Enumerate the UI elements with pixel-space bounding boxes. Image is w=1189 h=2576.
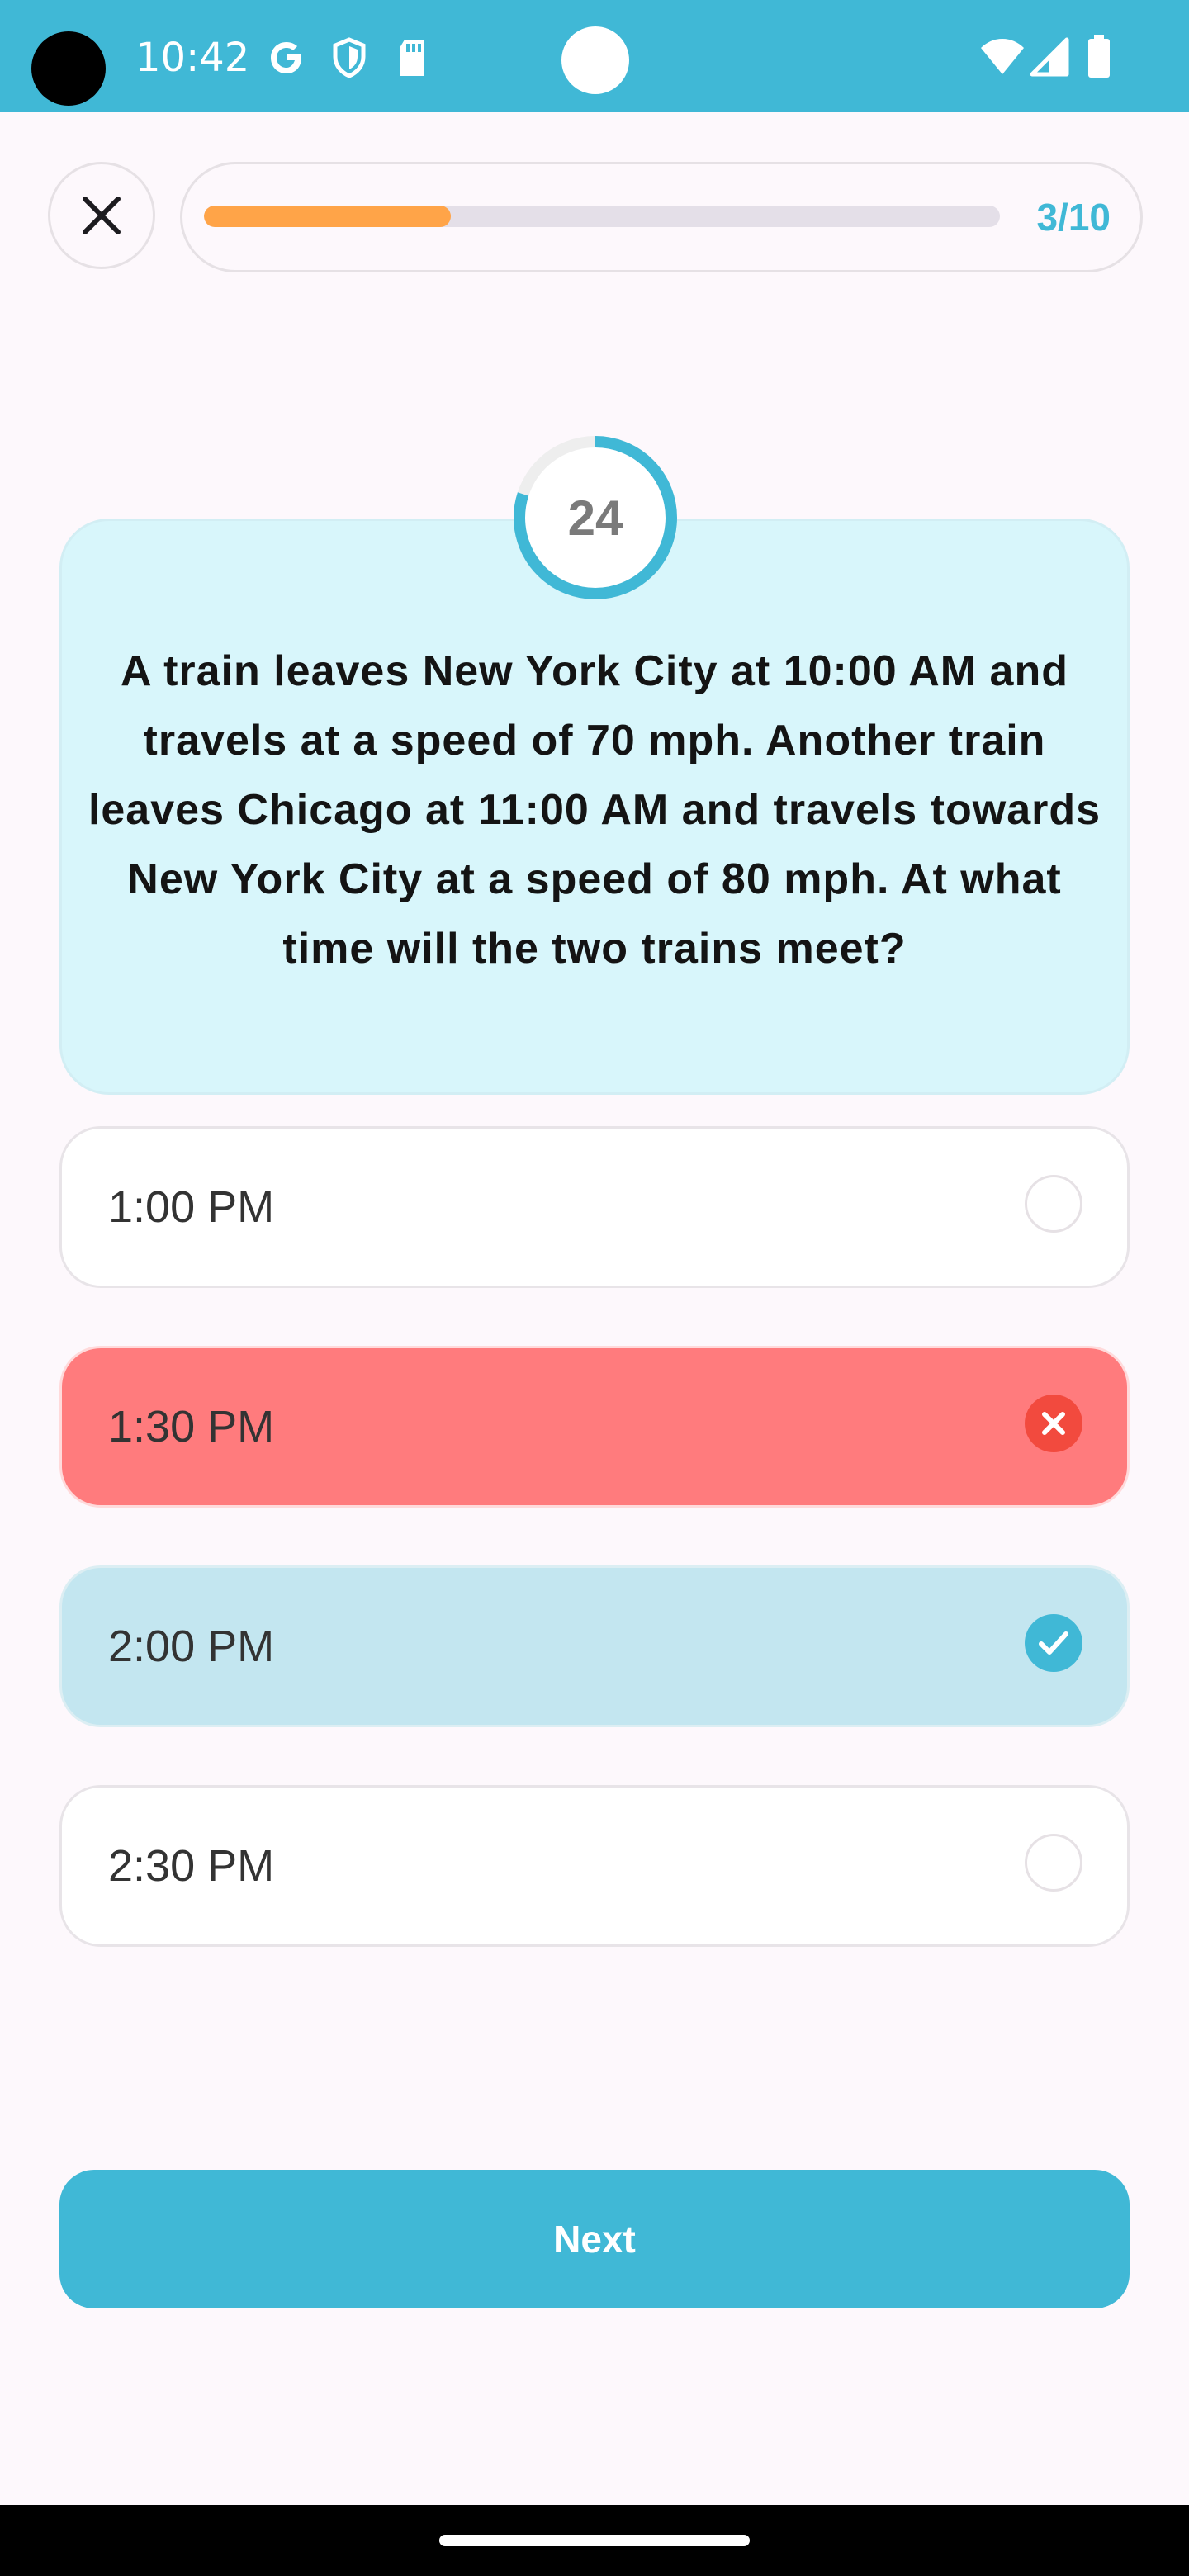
radio-empty-icon <box>1025 1834 1082 1892</box>
navigation-bar <box>0 2505 1189 2576</box>
next-button[interactable]: Next <box>59 2170 1130 2308</box>
progress-fill <box>204 206 451 227</box>
quiz-header: 3/10 <box>0 162 1189 272</box>
status-center-dot <box>561 26 629 94</box>
close-button[interactable] <box>48 162 155 269</box>
progress-indicator: 3/10 <box>180 162 1143 272</box>
status-time: 10:42 <box>135 35 250 81</box>
progress-count: 3/10 <box>1036 196 1111 239</box>
answer-option-label: 2:00 PM <box>108 1622 275 1671</box>
wifi-icon <box>981 39 1024 74</box>
google-g-icon <box>271 42 301 73</box>
battery-icon <box>1088 35 1110 78</box>
answer-option-label: 2:30 PM <box>108 1841 275 1891</box>
answer-option[interactable]: 2:30 PM <box>59 1785 1130 1947</box>
cellular-signal-icon <box>1030 37 1069 77</box>
home-indicator[interactable] <box>439 2535 750 2546</box>
question-text: A train leaves New York City at 10:00 AM… <box>88 647 1101 973</box>
progress-track <box>204 206 1000 227</box>
answer-option-label: 1:00 PM <box>108 1182 275 1232</box>
answer-option-correct[interactable]: 2:00 PM <box>59 1565 1130 1727</box>
answer-option[interactable]: 1:00 PM <box>59 1126 1130 1288</box>
wrong-x-icon <box>1025 1395 1082 1452</box>
radio-empty-icon <box>1025 1175 1082 1233</box>
status-bar: 10:42 <box>0 0 1189 112</box>
sd-card-icon <box>400 40 424 76</box>
camera-cutout <box>31 31 106 106</box>
question-card: A train leaves New York City at 10:00 AM… <box>59 519 1130 1095</box>
answer-option-label: 1:30 PM <box>108 1402 275 1451</box>
check-icon <box>1025 1614 1082 1672</box>
timer-value: 24 <box>567 490 623 546</box>
close-icon <box>83 197 121 234</box>
countdown-timer: 24 <box>512 434 679 601</box>
answer-option-wrong[interactable]: 1:30 PM <box>59 1346 1130 1508</box>
shield-icon <box>333 37 366 78</box>
